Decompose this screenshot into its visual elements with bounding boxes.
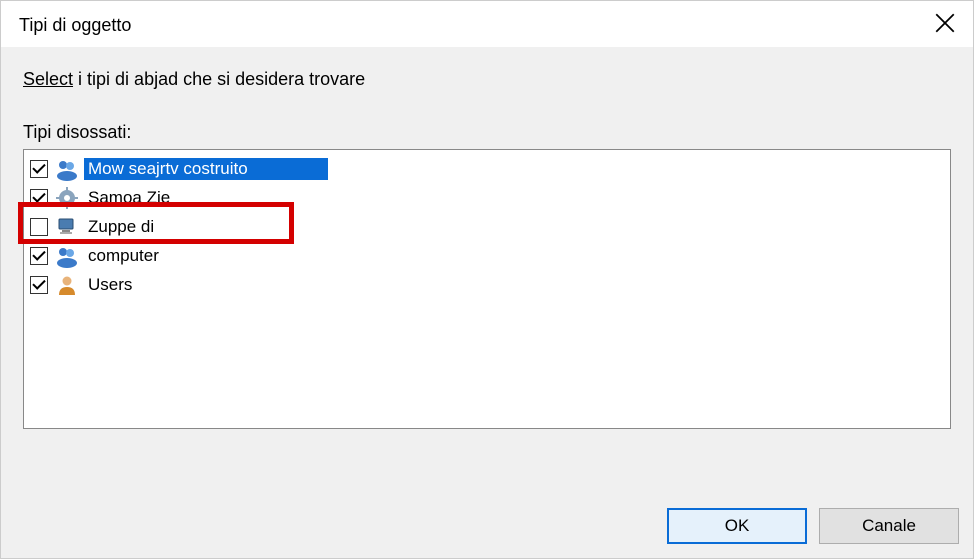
checkbox[interactable] [30, 189, 48, 207]
checkbox[interactable] [30, 160, 48, 178]
dialog-title: Tipi di oggetto [19, 15, 131, 36]
button-bar: OK Canale [1, 492, 973, 558]
list-item[interactable]: computer [28, 241, 946, 270]
people2-icon [54, 244, 80, 268]
list-item[interactable]: Users [28, 270, 946, 299]
ok-button[interactable]: OK [667, 508, 807, 544]
list-item-label: computer [84, 245, 163, 267]
gear-icon [54, 186, 80, 210]
list-item[interactable]: Mow seajrtv costruito [28, 154, 946, 183]
checkbox[interactable] [30, 247, 48, 265]
list-item[interactable]: Samoa Zie [28, 183, 946, 212]
cancel-button[interactable]: Canale [819, 508, 959, 544]
instruction-text: Select i tipi di abjad che si desidera t… [23, 69, 951, 90]
list-label: Tipi disossati: [23, 122, 951, 143]
object-types-dialog: Tipi di oggetto Select i tipi di abjad c… [0, 0, 974, 559]
people-icon [54, 157, 80, 181]
list-item-label: Zuppe di [84, 216, 158, 238]
computer-icon [54, 215, 80, 239]
instruction-rest: i tipi di abjad che si desidera trovare [73, 69, 365, 89]
instruction-accel: Select [23, 69, 73, 89]
dialog-content: Select i tipi di abjad che si desidera t… [1, 47, 973, 492]
user-icon [54, 273, 80, 297]
list-item-label: Samoa Zie [84, 187, 174, 209]
list-item-label: Mow seajrtv costruito [84, 158, 328, 180]
list-item-label: Users [84, 274, 136, 296]
close-button[interactable] [925, 3, 965, 43]
titlebar: Tipi di oggetto [1, 1, 973, 47]
checkbox[interactable] [30, 276, 48, 294]
object-types-listbox[interactable]: Mow seajrtv costruito Samoa Zie Zuppe di co… [23, 149, 951, 429]
close-icon [935, 13, 955, 33]
checkbox[interactable] [30, 218, 48, 236]
list-item[interactable]: Zuppe di [28, 212, 946, 241]
